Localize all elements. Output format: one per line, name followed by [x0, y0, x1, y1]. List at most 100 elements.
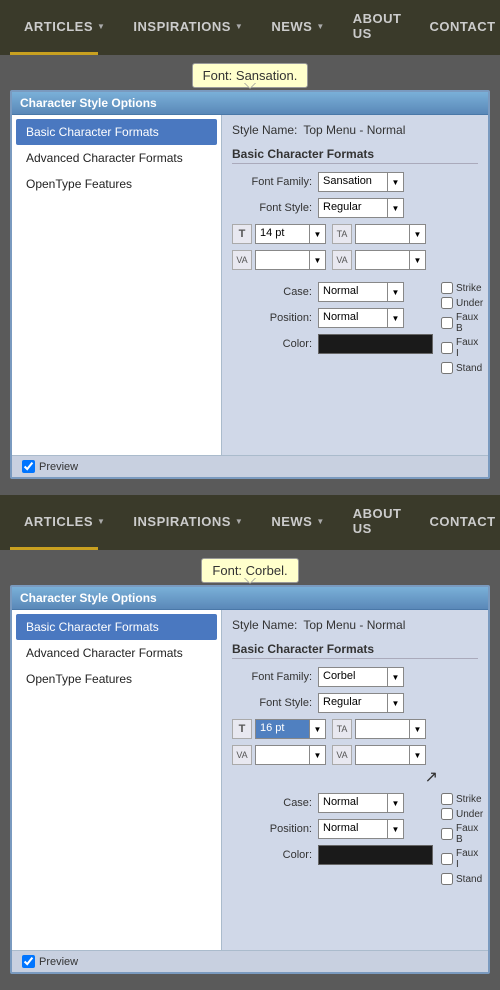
- size-select-2[interactable]: 16 pt ▼: [255, 719, 326, 739]
- kerning-select-2[interactable]: ▼: [255, 745, 326, 765]
- checkbox-stand-1[interactable]: Stand: [441, 362, 483, 374]
- nav-contact-2[interactable]: CONTACT: [415, 495, 500, 547]
- tracking-select-1[interactable]: ▼: [355, 250, 426, 270]
- checkbox-strike-input-2[interactable]: [441, 793, 453, 805]
- case-area-1: Case: Normal ▼ Position: Normal ▼: [232, 282, 478, 374]
- font-family-arrow-2[interactable]: ▼: [388, 667, 404, 687]
- checkbox-under-input-1[interactable]: [441, 297, 453, 309]
- nav-aboutus-2[interactable]: ABOUT US: [339, 495, 416, 547]
- checkbox-strike-label-1: Strike: [456, 283, 482, 294]
- font-family-value-2[interactable]: Corbel: [318, 667, 388, 687]
- checkbox-stand-input-2[interactable]: [441, 873, 453, 885]
- leading-arrow-2[interactable]: ▼: [410, 719, 426, 739]
- kerning-col-1: VA ▼: [232, 250, 326, 270]
- checkbox-fauxb-input-1[interactable]: [441, 317, 453, 329]
- sidebar-item-advanced-1[interactable]: Advanced Character Formats: [16, 145, 217, 171]
- leading-select-1[interactable]: ▼: [355, 224, 426, 244]
- size-value-2[interactable]: 16 pt: [255, 719, 310, 739]
- case-label-2: Case:: [232, 797, 312, 809]
- leading-select-2[interactable]: ▼: [355, 719, 426, 739]
- preview-checkbox-2[interactable]: [22, 955, 35, 968]
- kerning-arrow-1[interactable]: ▼: [310, 250, 326, 270]
- font-style-value-1[interactable]: Regular: [318, 198, 388, 218]
- nav-news-1[interactable]: NEWS: [257, 0, 338, 52]
- kerning-select-1[interactable]: ▼: [255, 250, 326, 270]
- font-style-select-1[interactable]: Regular ▼: [318, 198, 404, 218]
- leading-arrow-1[interactable]: ▼: [410, 224, 426, 244]
- size-icon-2: T: [232, 719, 252, 739]
- size-col-1: T 14 pt ▼: [232, 224, 326, 244]
- checkbox-under-input-2[interactable]: [441, 808, 453, 820]
- sidebar-item-opentype-1[interactable]: OpenType Features: [16, 171, 217, 197]
- checkbox-strike-2[interactable]: Strike: [441, 793, 483, 805]
- size-arrow-2[interactable]: ▼: [310, 719, 326, 739]
- case-select-1[interactable]: Normal ▼: [318, 282, 404, 302]
- nav-aboutus-1[interactable]: ABOUT US: [339, 0, 416, 52]
- position-arrow-1[interactable]: ▼: [388, 308, 404, 328]
- size-row-2: T 16 pt ▼ TA ▼: [232, 719, 478, 739]
- nav-contact-1[interactable]: CONTACT: [415, 0, 500, 52]
- nav-articles-2[interactable]: ARTICLES: [10, 495, 119, 547]
- checkbox-stand-input-1[interactable]: [441, 362, 453, 374]
- color-swatch-2[interactable]: [318, 845, 433, 865]
- tracking-arrow-1[interactable]: ▼: [410, 250, 426, 270]
- case-area-2: Case: Normal ▼ Position: Normal ▼: [232, 793, 478, 885]
- checkboxes-2: Strike Under Faux B Faux I: [441, 793, 483, 885]
- sidebar-item-opentype-2[interactable]: OpenType Features: [16, 666, 217, 692]
- checkbox-stand-2[interactable]: Stand: [441, 873, 483, 885]
- size-value-1[interactable]: 14 pt: [255, 224, 310, 244]
- dialog-2: Character Style Options Basic Character …: [10, 585, 490, 974]
- checkbox-under-2[interactable]: Under: [441, 808, 483, 820]
- color-swatch-1[interactable]: [318, 334, 433, 354]
- checkbox-strike-1[interactable]: Strike: [441, 282, 483, 294]
- sidebar-item-basic-1[interactable]: Basic Character Formats: [16, 119, 217, 145]
- tracking-select-2[interactable]: ▼: [355, 745, 426, 765]
- font-style-arrow-1[interactable]: ▼: [388, 198, 404, 218]
- checkbox-fauxi-label-2: Faux I: [456, 848, 483, 870]
- font-family-value-1[interactable]: Sansation: [318, 172, 388, 192]
- preview-row-1: Preview: [12, 455, 488, 477]
- font-style-value-2[interactable]: Regular: [318, 693, 388, 713]
- nav-inspirations-1[interactable]: INSPIRATIONS: [119, 0, 257, 52]
- tracking-arrow-2[interactable]: ▼: [410, 745, 426, 765]
- dialog-main-1: Style Name: Top Menu - Normal Basic Char…: [222, 115, 488, 455]
- position-value-1[interactable]: Normal: [318, 308, 388, 328]
- checkbox-fauxi-input-2[interactable]: [441, 853, 453, 865]
- position-select-2[interactable]: Normal ▼: [318, 819, 404, 839]
- case-arrow-1[interactable]: ▼: [388, 282, 404, 302]
- checkbox-fauxi-input-1[interactable]: [441, 342, 453, 354]
- nav-articles-1[interactable]: ARTICLES: [10, 0, 119, 52]
- nav-news-2[interactable]: NEWS: [257, 495, 338, 547]
- checkbox-strike-input-1[interactable]: [441, 282, 453, 294]
- position-value-2[interactable]: Normal: [318, 819, 388, 839]
- case-arrow-2[interactable]: ▼: [388, 793, 404, 813]
- font-style-select-2[interactable]: Regular ▼: [318, 693, 404, 713]
- case-select-2[interactable]: Normal ▼: [318, 793, 404, 813]
- font-family-arrow-1[interactable]: ▼: [388, 172, 404, 192]
- checkbox-fauxi-2[interactable]: Faux I: [441, 848, 483, 870]
- dialog-sidebar-1: Basic Character Formats Advanced Charact…: [12, 115, 222, 455]
- checkbox-stand-label-2: Stand: [456, 874, 482, 885]
- checkbox-under-1[interactable]: Under: [441, 297, 483, 309]
- font-family-select-2[interactable]: Corbel ▼: [318, 667, 404, 687]
- preview-checkbox-1[interactable]: [22, 460, 35, 473]
- checkbox-fauxb-input-2[interactable]: [441, 828, 453, 840]
- size-select-1[interactable]: 14 pt ▼: [255, 224, 326, 244]
- position-select-1[interactable]: Normal ▼: [318, 308, 404, 328]
- checkbox-fauxb-2[interactable]: Faux B: [441, 823, 483, 845]
- checkbox-fauxb-1[interactable]: Faux B: [441, 312, 483, 334]
- sidebar-item-basic-2[interactable]: Basic Character Formats: [16, 614, 217, 640]
- sidebar-item-advanced-2[interactable]: Advanced Character Formats: [16, 640, 217, 666]
- case-value-1[interactable]: Normal: [318, 282, 388, 302]
- style-name-row-1: Style Name: Top Menu - Normal: [232, 123, 478, 137]
- case-value-2[interactable]: Normal: [318, 793, 388, 813]
- font-family-select-1[interactable]: Sansation ▼: [318, 172, 404, 192]
- checkbox-fauxi-1[interactable]: Faux I: [441, 337, 483, 359]
- position-arrow-2[interactable]: ▼: [388, 819, 404, 839]
- nav-inspirations-2[interactable]: INSPIRATIONS: [119, 495, 257, 547]
- position-label-1: Position:: [232, 312, 312, 324]
- font-style-arrow-2[interactable]: ▼: [388, 693, 404, 713]
- size-arrow-1[interactable]: ▼: [310, 224, 326, 244]
- kerning-arrow-2[interactable]: ▼: [310, 745, 326, 765]
- tooltip-container-1: Font: Sansation.: [0, 63, 500, 88]
